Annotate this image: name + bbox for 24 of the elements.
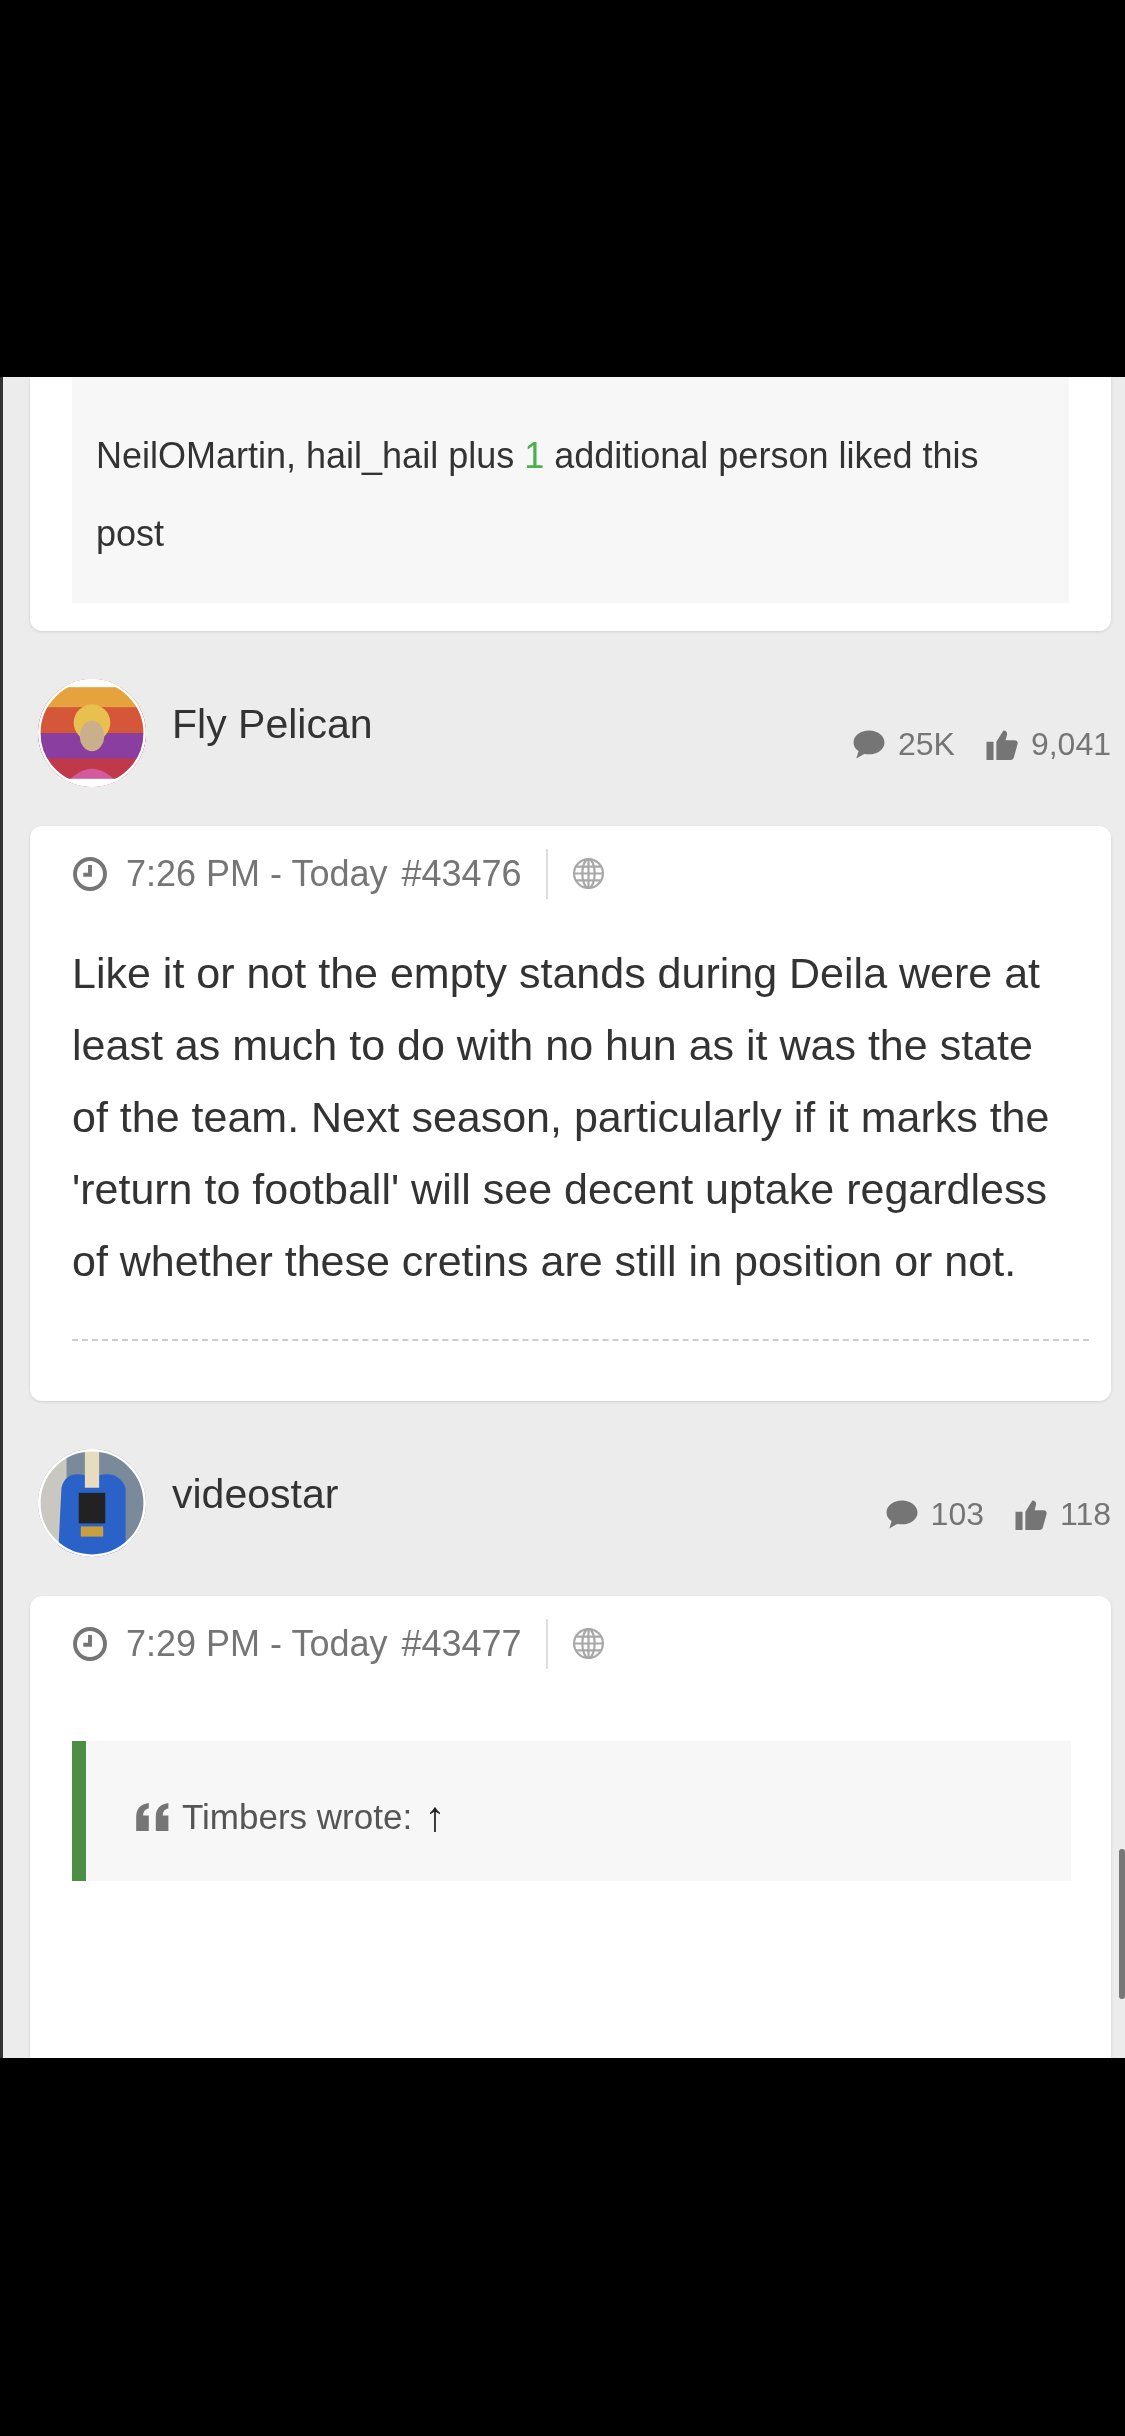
clock-icon [72,1625,108,1662]
post-number[interactable]: #43477 [401,1622,522,1665]
post-time: 7:26 PM - Today [126,852,388,895]
post-count: 25K [898,725,955,763]
likes-text: NeilOMartin, hail_hail plus 1 additional person liked this post [96,434,980,556]
author-name[interactable]: Fly Pelican [172,701,373,748]
clock-icon [72,855,108,892]
post-count: 103 [930,1495,984,1533]
like-count: 9,041 [1030,725,1111,763]
globe-icon [571,1627,605,1660]
scrollbar[interactable] [1119,1849,1125,1999]
thumbs-up-icon [984,728,1019,760]
jump-to-post-link[interactable]: ↑ [424,1793,446,1841]
quote-icon [136,1803,170,1831]
like-count: 118 [1060,1495,1111,1533]
thumbs-up-icon [1014,1498,1048,1530]
post-number[interactable]: #43476 [401,852,522,895]
post-time: 7:29 PM - Today [126,1622,388,1665]
speech-bubble-icon [884,1498,919,1530]
quote-author: Timbers wrote: [182,1797,413,1837]
post-body: Like it or not the empty stands during Deila were at least as much to do with no hun as it was the state of the team. Next season, particularly if it marks the 'return to football' will see decent uptake regardless of whether these cretins are still in position or not. [72,948,1051,1287]
globe-icon [571,857,605,890]
speech-bubble-icon [852,728,886,760]
author-name[interactable]: videostar [172,1471,339,1518]
